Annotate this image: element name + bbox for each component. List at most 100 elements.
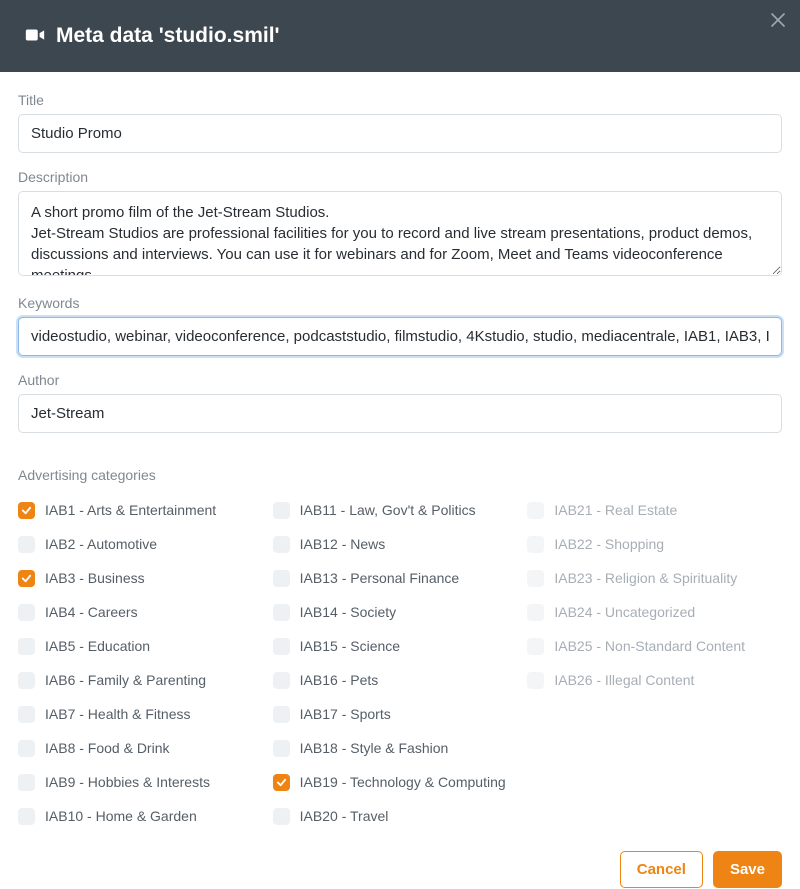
category-checkbox[interactable]: IAB17 - Sports <box>273 697 528 731</box>
category-label: IAB21 - Real Estate <box>554 502 677 518</box>
check-icon <box>276 777 287 788</box>
checkbox-box <box>18 808 35 825</box>
category-checkbox[interactable]: IAB2 - Automotive <box>18 527 273 561</box>
modal-body: Title Description Keywords Author Advert… <box>0 72 800 851</box>
description-label: Description <box>18 169 782 185</box>
checkbox-box <box>527 638 544 655</box>
category-label: IAB18 - Style & Fashion <box>300 740 449 756</box>
category-label: IAB4 - Careers <box>45 604 138 620</box>
category-checkbox[interactable]: IAB6 - Family & Parenting <box>18 663 273 697</box>
save-button[interactable]: Save <box>713 851 782 888</box>
checkbox-box <box>18 774 35 791</box>
checkbox-box <box>527 502 544 519</box>
checkbox-box <box>273 706 290 723</box>
category-label: IAB24 - Uncategorized <box>554 604 695 620</box>
category-checkbox: IAB21 - Real Estate <box>527 493 782 527</box>
field-group-title: Title <box>18 92 782 153</box>
category-label: IAB2 - Automotive <box>45 536 157 552</box>
category-label: IAB11 - Law, Gov't & Politics <box>300 502 476 518</box>
category-checkbox[interactable]: IAB3 - Business <box>18 561 273 595</box>
check-icon <box>21 573 32 584</box>
title-input[interactable] <box>18 114 782 153</box>
category-checkbox[interactable]: IAB8 - Food & Drink <box>18 731 273 765</box>
checkbox-box <box>273 672 290 689</box>
category-label: IAB5 - Education <box>45 638 150 654</box>
category-checkbox: IAB24 - Uncategorized <box>527 595 782 629</box>
checkbox-box <box>273 536 290 553</box>
category-checkbox[interactable]: IAB12 - News <box>273 527 528 561</box>
checkbox-box <box>527 570 544 587</box>
category-label: IAB19 - Technology & Computing <box>300 774 506 790</box>
checkbox-box <box>18 638 35 655</box>
checkbox-box <box>273 808 290 825</box>
checkbox-box <box>273 774 290 791</box>
category-checkbox[interactable]: IAB11 - Law, Gov't & Politics <box>273 493 528 527</box>
categories-col-2: IAB11 - Law, Gov't & Politics IAB12 - New… <box>273 493 528 833</box>
category-checkbox[interactable]: IAB19 - Technology & Computing <box>273 765 528 799</box>
keywords-label: Keywords <box>18 295 782 311</box>
category-label: IAB15 - Science <box>300 638 400 654</box>
modal-footer: Cancel Save <box>0 851 800 888</box>
category-label: IAB12 - News <box>300 536 386 552</box>
category-label: IAB3 - Business <box>45 570 145 586</box>
description-input[interactable] <box>18 191 782 276</box>
cancel-button[interactable]: Cancel <box>620 851 703 888</box>
category-label: IAB26 - Illegal Content <box>554 672 694 688</box>
advertising-section-label: Advertising categories <box>18 467 782 483</box>
category-checkbox[interactable]: IAB13 - Personal Finance <box>273 561 528 595</box>
category-label: IAB25 - Non-Standard Content <box>554 638 745 654</box>
keywords-input[interactable] <box>18 317 782 356</box>
category-label: IAB13 - Personal Finance <box>300 570 460 586</box>
category-checkbox[interactable]: IAB5 - Education <box>18 629 273 663</box>
category-checkbox[interactable]: IAB16 - Pets <box>273 663 528 697</box>
checkbox-box <box>527 536 544 553</box>
category-label: IAB16 - Pets <box>300 672 379 688</box>
category-checkbox[interactable]: IAB10 - Home & Garden <box>18 799 273 833</box>
category-checkbox[interactable]: IAB14 - Society <box>273 595 528 629</box>
categories-col-1: IAB1 - Arts & Entertainment IAB2 - Automo… <box>18 493 273 833</box>
close-icon <box>771 13 785 27</box>
category-checkbox[interactable]: IAB1 - Arts & Entertainment <box>18 493 273 527</box>
category-label: IAB6 - Family & Parenting <box>45 672 206 688</box>
checkbox-box <box>527 604 544 621</box>
checkbox-box <box>18 672 35 689</box>
checkbox-box <box>18 570 35 587</box>
checkbox-box <box>273 740 290 757</box>
category-label: IAB9 - Hobbies & Interests <box>45 774 210 790</box>
modal-header: Meta data 'studio.smil' <box>0 0 800 72</box>
category-label: IAB17 - Sports <box>300 706 391 722</box>
field-group-keywords: Keywords <box>18 295 782 356</box>
field-group-description: Description <box>18 169 782 279</box>
checkbox-box <box>273 570 290 587</box>
category-checkbox[interactable]: IAB20 - Travel <box>273 799 528 833</box>
category-checkbox[interactable]: IAB7 - Health & Fitness <box>18 697 273 731</box>
video-icon <box>24 24 46 49</box>
category-label: IAB23 - Religion & Spirituality <box>554 570 737 586</box>
checkbox-box <box>273 502 290 519</box>
check-icon <box>21 505 32 516</box>
category-checkbox: IAB26 - Illegal Content <box>527 663 782 697</box>
category-checkbox[interactable]: IAB15 - Science <box>273 629 528 663</box>
category-label: IAB7 - Health & Fitness <box>45 706 191 722</box>
checkbox-box <box>273 638 290 655</box>
modal-title: Meta data 'studio.smil' <box>56 24 280 48</box>
title-label: Title <box>18 92 782 108</box>
category-checkbox[interactable]: IAB9 - Hobbies & Interests <box>18 765 273 799</box>
category-label: IAB1 - Arts & Entertainment <box>45 502 216 518</box>
checkbox-box <box>18 740 35 757</box>
category-label: IAB20 - Travel <box>300 808 389 824</box>
author-label: Author <box>18 372 782 388</box>
checkbox-box <box>18 502 35 519</box>
category-checkbox[interactable]: IAB4 - Careers <box>18 595 273 629</box>
category-checkbox[interactable]: IAB18 - Style & Fashion <box>273 731 528 765</box>
checkbox-box <box>273 604 290 621</box>
close-button[interactable] <box>766 8 790 32</box>
checkbox-box <box>18 604 35 621</box>
category-label: IAB10 - Home & Garden <box>45 808 197 824</box>
checkbox-box <box>18 706 35 723</box>
checkbox-box <box>18 536 35 553</box>
advertising-categories: IAB1 - Arts & Entertainment IAB2 - Automo… <box>18 493 782 833</box>
category-checkbox: IAB22 - Shopping <box>527 527 782 561</box>
category-checkbox: IAB25 - Non-Standard Content <box>527 629 782 663</box>
author-input[interactable] <box>18 394 782 433</box>
